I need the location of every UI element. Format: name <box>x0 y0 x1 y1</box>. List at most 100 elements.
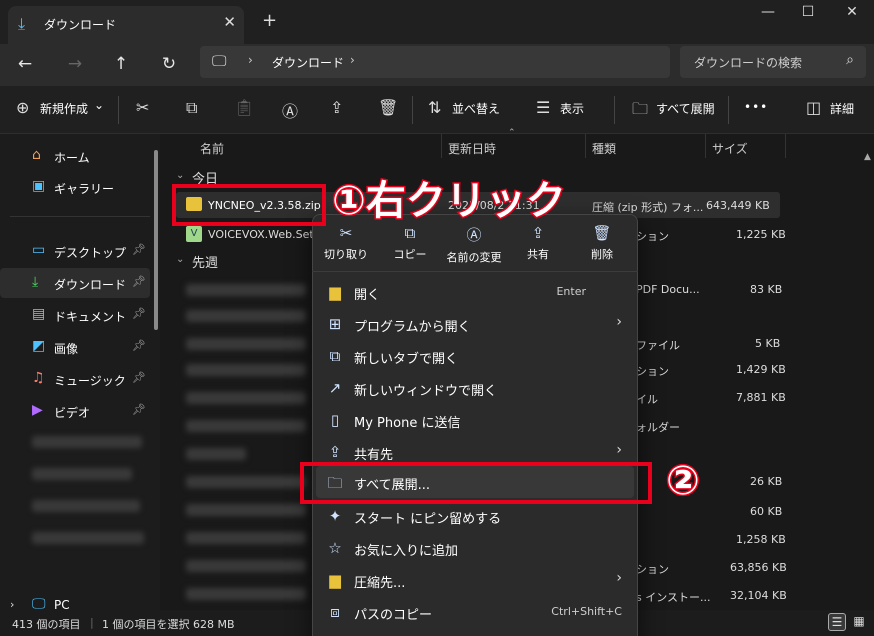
column-type[interactable]: 種類 <box>592 140 616 157</box>
divider <box>705 134 706 158</box>
details-button[interactable]: 詳細 <box>830 100 854 117</box>
column-name[interactable]: 名前 <box>200 140 224 157</box>
sidebar-item-label: ミュージック <box>54 374 126 388</box>
menu-item-copy-path[interactable]: ⧈ パスのコピー Ctrl+Shift+C <box>316 596 634 628</box>
sidebar-item-home[interactable]: ⌂ ホーム <box>0 141 150 171</box>
tab-downloads[interactable]: ⤓ ダウンロード ✕ <box>8 6 244 44</box>
share-icon: ⇪ <box>531 224 545 242</box>
item-count: 413 個の項目 <box>12 618 81 631</box>
divider <box>118 96 119 124</box>
file-size: 63,856 KB <box>730 561 787 574</box>
sort-chevron-icon: ⌃ <box>508 128 516 138</box>
pin-icon: 📌︎ <box>132 339 146 352</box>
breadcrumb-downloads[interactable]: ダウンロード <box>272 54 344 71</box>
new-tab-icon: ⧉ <box>329 347 341 365</box>
annotation-step1: ①右クリック <box>331 177 568 226</box>
back-button[interactable]: ← <box>10 50 40 78</box>
menu-item-compress-to[interactable]: ▆ 圧縮先... › <box>316 564 634 596</box>
chevron-down-icon[interactable]: ⌄ <box>176 170 184 181</box>
menu-item-label: 圧縮先... <box>354 576 406 591</box>
extract-all-button[interactable]: すべて展開 <box>656 100 715 117</box>
delete-icon[interactable]: 🗑︎ <box>378 98 398 117</box>
chevron-down-icon[interactable]: ⌄ <box>176 254 184 265</box>
delete-button[interactable]: 🗑︎ 削除 <box>570 214 634 272</box>
menu-item-send-to-phone[interactable]: ▯ My Phone に送信 <box>316 404 634 436</box>
sidebar-item-label: ビデオ <box>54 406 91 420</box>
blurred-item <box>186 338 306 350</box>
blurred-item <box>186 420 306 432</box>
file-type: 圧縮 (zip 形式) フォ... <box>592 201 704 214</box>
breadcrumb-separator[interactable]: › <box>248 53 253 67</box>
view-icon: ☰ <box>536 98 551 117</box>
tab-close-button[interactable]: ✕ <box>223 13 236 31</box>
refresh-button[interactable]: ↻ <box>154 50 184 78</box>
file-size: 7,881 KB <box>736 391 786 404</box>
file-name: VOICEVOX.Web.Setu <box>208 228 321 241</box>
search-input[interactable]: ダウンロードの検索 ⌕ <box>680 46 866 78</box>
rename-label: 名前の変更 <box>446 251 502 264</box>
menu-shortcut: Enter <box>556 285 586 298</box>
menu-item-label: パスのコピー <box>354 608 433 623</box>
sidebar-item-videos[interactable]: ▶ ビデオ 📌︎ <box>0 396 150 426</box>
folder-icon: ▆ <box>329 283 341 301</box>
annotation-step2: ② <box>665 457 702 506</box>
menu-item-open-with[interactable]: ⊞ プログラムから開く › <box>316 308 634 340</box>
trash-icon: 🗑︎ <box>592 224 612 242</box>
group-last-week[interactable]: 先週 <box>192 252 218 271</box>
sidebar-item-desktop[interactable]: ▭ デスクトップ 📌︎ <box>0 236 150 266</box>
menu-item-label: 共有先 <box>354 448 394 463</box>
file-type: ション <box>636 365 669 378</box>
maximize-button[interactable]: ☐ <box>792 4 824 28</box>
sidebar-item-label: ダウンロード <box>54 278 127 292</box>
column-size[interactable]: サイズ <box>712 140 748 157</box>
file-type: ション <box>636 563 669 576</box>
sidebar-item-documents[interactable]: ▤ ドキュメント 📌︎ <box>0 300 150 330</box>
file-size: 5 KB <box>755 337 781 350</box>
new-button[interactable]: 新規作成 <box>40 100 88 117</box>
blurred-item <box>186 364 306 376</box>
more-button[interactable]: ••• <box>744 100 768 114</box>
menu-item-label: My Phone に送信 <box>354 416 461 431</box>
chevron-right-icon: › <box>616 442 622 458</box>
up-button[interactable]: ↑ <box>106 50 136 78</box>
menu-item-open-new-window[interactable]: ↗ 新しいウィンドウで開く <box>316 372 634 404</box>
copy-label: コピー <box>393 248 427 261</box>
sidebar-item-gallery[interactable]: ▣ ギャラリー <box>0 172 150 202</box>
sidebar-item-downloads[interactable]: ⤓ ダウンロード 📌︎ <box>0 268 150 298</box>
file-size: 26 KB <box>750 475 783 488</box>
sidebar-item-pictures[interactable]: ◩ 画像 📌︎ <box>0 332 150 362</box>
sidebar-item-music[interactable]: ♫ ミュージック 📌︎ <box>0 364 150 394</box>
rename-icon[interactable]: Ⓐ <box>282 98 298 122</box>
scroll-up-arrow-icon[interactable]: ▲ <box>864 152 871 162</box>
sidebar-scrollbar[interactable] <box>154 150 158 330</box>
breadcrumb-separator[interactable]: › <box>350 53 355 67</box>
share-icon[interactable]: ⇪ <box>330 98 343 117</box>
forward-button[interactable]: → <box>60 50 90 78</box>
share-icon: ⇪ <box>328 443 342 461</box>
menu-item-open[interactable]: ▆ 開く Enter <box>316 276 634 308</box>
address-bar[interactable]: 🖵 › ダウンロード › <box>200 46 670 78</box>
menu-item-pin-start[interactable]: ✦ スタート にピン留めする <box>316 500 634 532</box>
details-view-icon[interactable]: ☰ <box>828 613 846 631</box>
minimize-button[interactable]: — <box>752 4 784 28</box>
menu-item-add-favorites[interactable]: ☆ お気に入りに追加 <box>316 532 634 564</box>
sort-icon: ⇅ <box>428 98 442 117</box>
paste-icon[interactable]: 📋︎ <box>234 98 254 117</box>
cut-icon[interactable]: ✂ <box>136 98 149 117</box>
extract-folder-icon: 🗀 <box>632 99 649 118</box>
details-pane-icon: ◫ <box>806 98 822 117</box>
close-button[interactable]: ✕ <box>836 4 868 28</box>
column-date[interactable]: 更新日時 <box>448 140 496 157</box>
blurred-item <box>186 560 306 572</box>
menu-item-label: 新しいウィンドウで開く <box>354 384 498 399</box>
highlight-box-extract <box>300 462 652 504</box>
new-tab-button[interactable]: + <box>262 10 277 31</box>
tiles-view-icon[interactable]: ▦ <box>850 613 868 631</box>
pin-icon: 📌︎ <box>132 371 146 384</box>
copy-icon[interactable]: ⧉ <box>186 98 197 118</box>
view-button[interactable]: 表示 <box>560 100 584 117</box>
menu-item-open-new-tab[interactable]: ⧉ 新しいタブで開く <box>316 340 634 372</box>
file-type: ォルダー <box>636 421 680 434</box>
monitor-icon: 🖵 <box>212 52 227 70</box>
sort-button[interactable]: 並べ替え <box>452 100 500 117</box>
